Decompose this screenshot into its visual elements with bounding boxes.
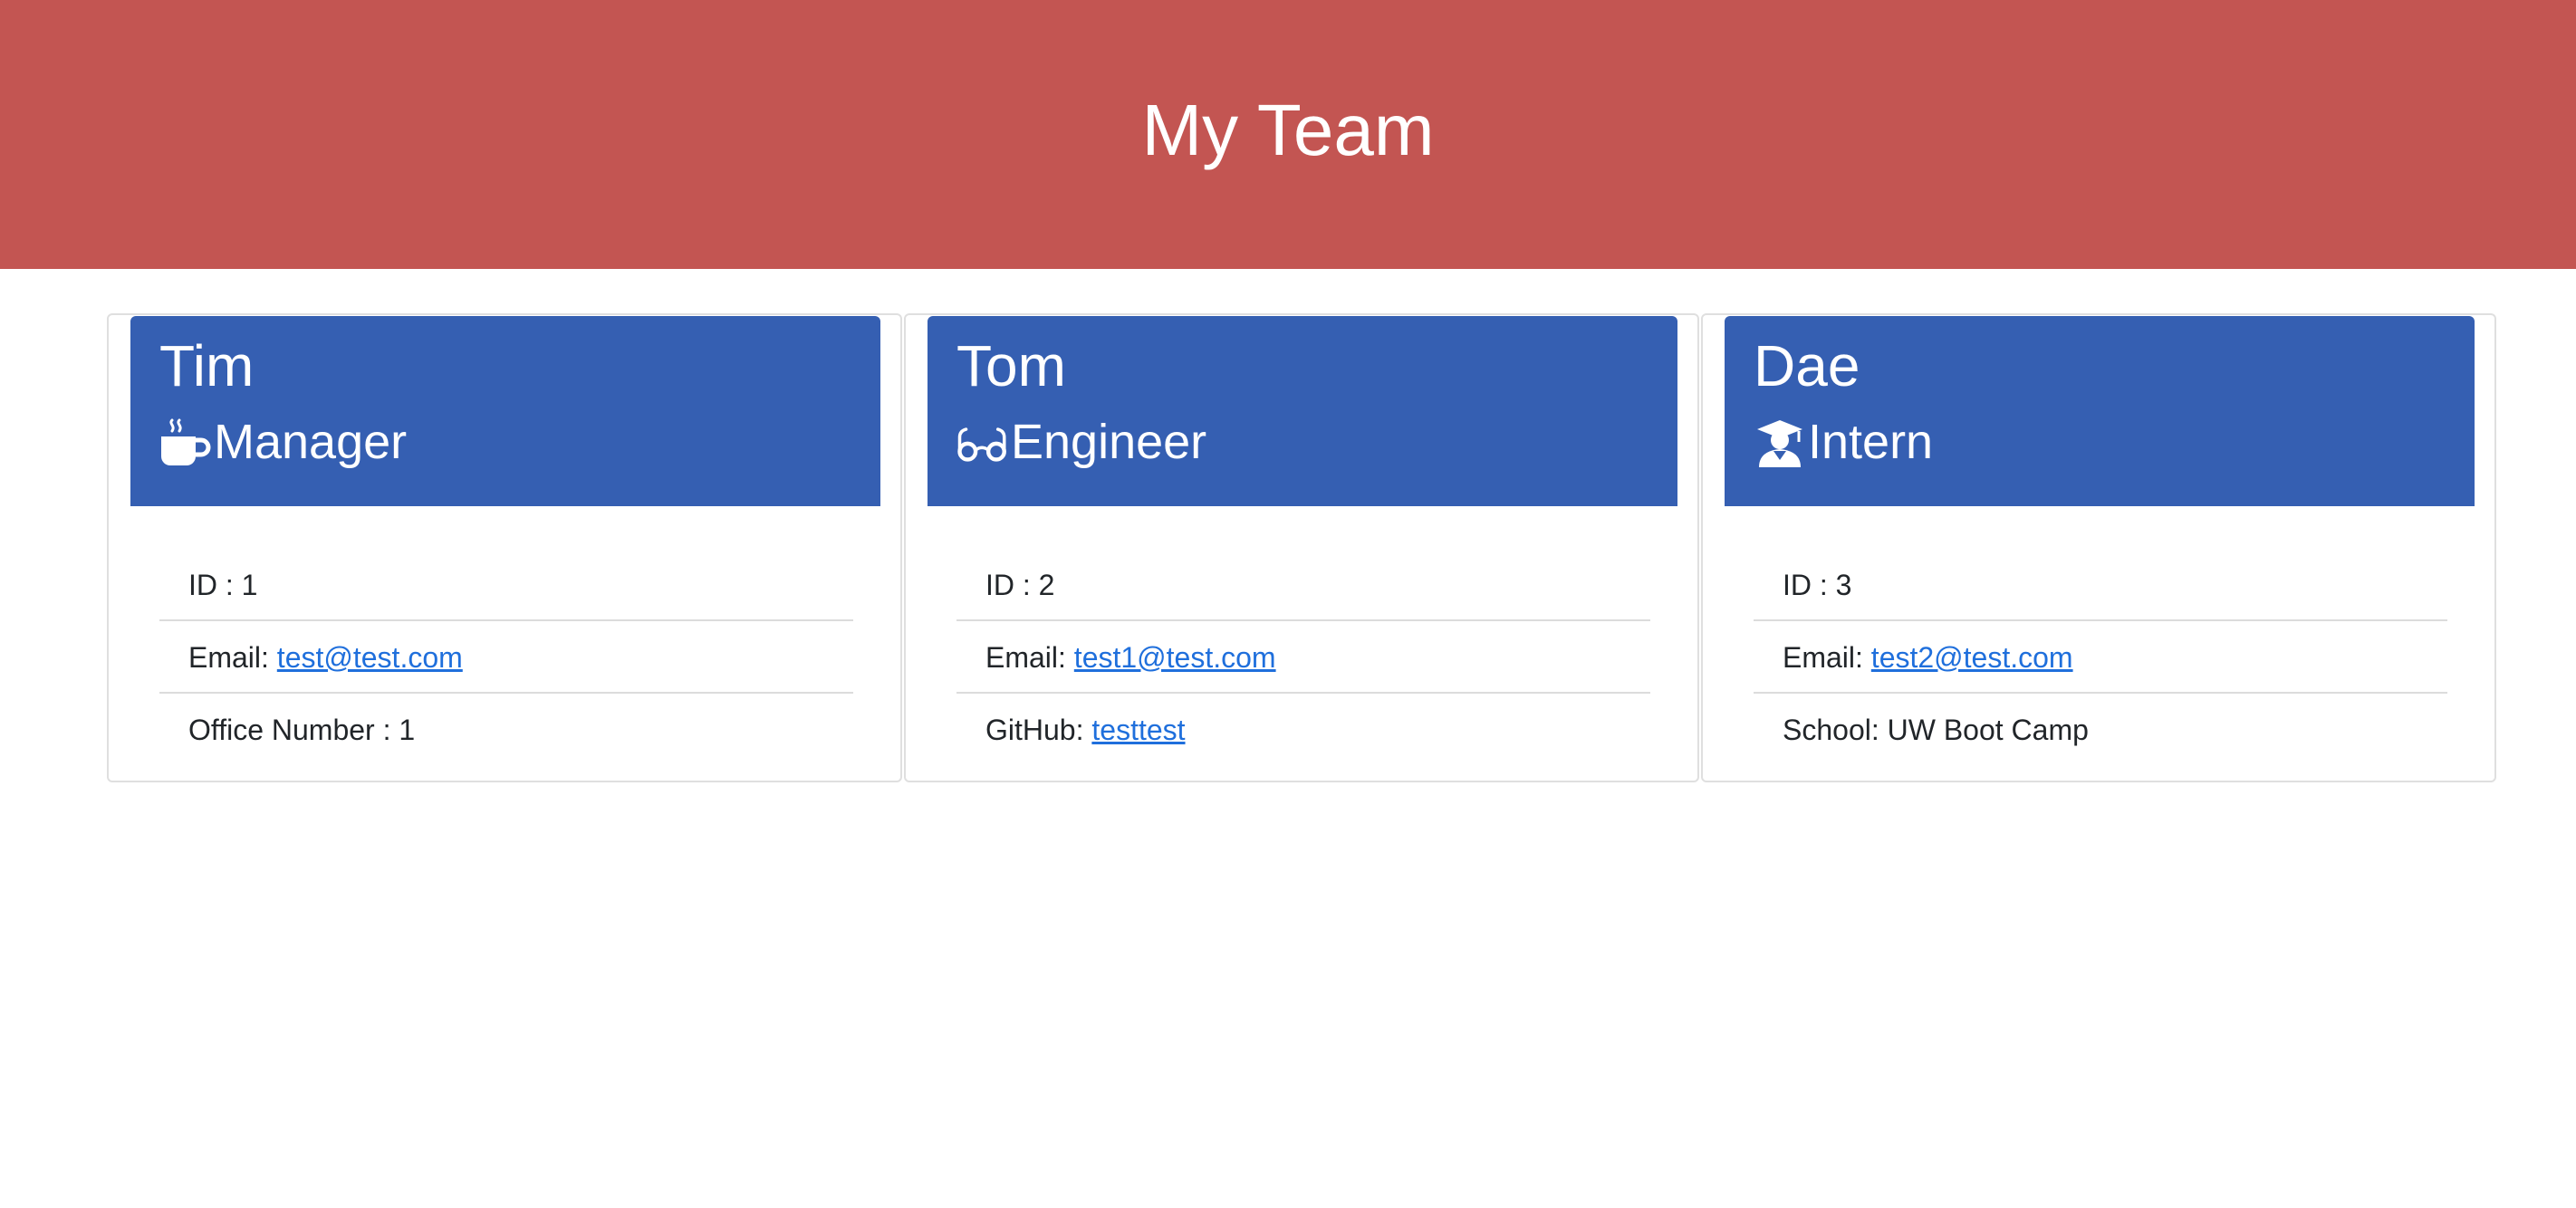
role-label: Manager <box>214 415 408 469</box>
email-link[interactable]: test2@test.com <box>1871 641 2073 674</box>
mug-icon <box>159 417 212 469</box>
email-link[interactable]: test1@test.com <box>1074 641 1276 674</box>
list-item-office: Office Number : 1 <box>159 694 853 766</box>
employee-card-engineer: Tom Engineer ID : 2 Email: test1@test.co… <box>904 313 1699 782</box>
employee-role: Intern <box>1754 415 1934 469</box>
employee-details: ID : 3 Email: test2@test.com School: UW … <box>1754 549 2447 766</box>
email-label: Email: <box>188 641 277 674</box>
github-link[interactable]: testtest <box>1091 714 1185 746</box>
list-item-id: ID : 3 <box>1754 549 2447 621</box>
email-link[interactable]: test@test.com <box>277 641 463 674</box>
glasses-icon <box>956 417 1009 469</box>
id-text: ID : 3 <box>1783 569 1852 601</box>
id-text: ID : 2 <box>985 569 1055 601</box>
list-item-id: ID : 1 <box>159 549 853 621</box>
school-text: School: UW Boot Camp <box>1783 714 2089 746</box>
team-cards: Tim Manager ID : 1 Email: test@test.com … <box>107 313 2498 786</box>
role-label: Engineer <box>1011 415 1207 469</box>
employee-name: Dae <box>1754 333 1860 398</box>
employee-card-intern: Dae Intern ID : 3 Email: test2@test.com … <box>1701 313 2496 782</box>
office-number-text: Office Number : 1 <box>188 714 416 746</box>
page-title: My Team <box>1141 89 1435 170</box>
employee-name: Tim <box>159 333 255 398</box>
email-label: Email: <box>985 641 1074 674</box>
employee-name: Tom <box>956 333 1066 398</box>
employee-role: Manager <box>159 415 408 469</box>
employee-details: ID : 1 Email: test@test.com Office Numbe… <box>159 549 853 766</box>
list-item-id: ID : 2 <box>956 549 1650 621</box>
employee-details: ID : 2 Email: test1@test.com GitHub: tes… <box>956 549 1650 766</box>
id-text: ID : 1 <box>188 569 258 601</box>
graduate-icon <box>1754 417 1806 469</box>
card-header: Dae Intern <box>1725 316 2475 506</box>
github-label: GitHub: <box>985 714 1092 746</box>
list-item-email: Email: test2@test.com <box>1754 621 2447 694</box>
list-item-github: GitHub: testtest <box>956 694 1650 766</box>
list-item-email: Email: test1@test.com <box>956 621 1650 694</box>
email-label: Email: <box>1783 641 1871 674</box>
list-item-email: Email: test@test.com <box>159 621 853 694</box>
employee-role: Engineer <box>956 415 1207 469</box>
role-label: Intern <box>1808 415 1934 469</box>
card-header: Tom Engineer <box>928 316 1677 506</box>
page-header: My Team <box>0 0 2576 269</box>
card-header: Tim Manager <box>130 316 880 506</box>
list-item-school: School: UW Boot Camp <box>1754 694 2447 766</box>
employee-card-manager: Tim Manager ID : 1 Email: test@test.com … <box>107 313 902 782</box>
